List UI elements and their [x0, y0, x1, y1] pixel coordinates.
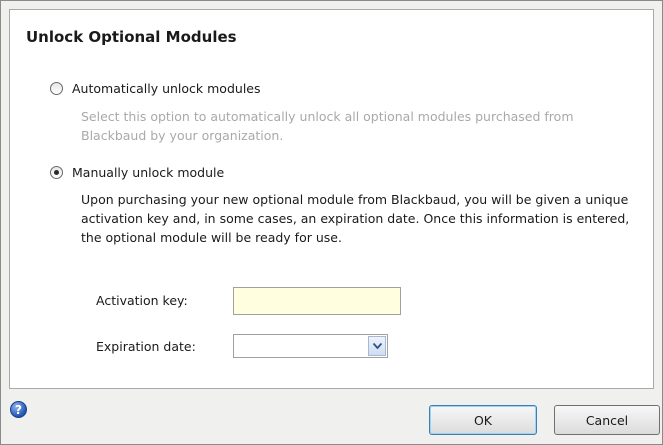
cancel-button[interactable]: Cancel [554, 405, 660, 435]
auto-unlock-description: Select this option to automatically unlo… [81, 109, 574, 143]
expiration-date-label: Expiration date: [96, 339, 196, 354]
manual-unlock-description: Upon purchasing your new optional module… [81, 192, 630, 245]
dialog-title: Unlock Optional Modules [26, 28, 237, 46]
auto-unlock-option[interactable]: Automatically unlock modules [50, 81, 261, 96]
expiration-date-dropdown[interactable] [233, 334, 388, 358]
activation-key-label: Activation key: [96, 293, 188, 308]
dropdown-button[interactable] [368, 336, 386, 356]
ok-button[interactable]: OK [429, 405, 537, 435]
auto-unlock-label[interactable]: Automatically unlock modules [72, 81, 261, 96]
unlock-modules-dialog: Unlock Optional Modules Automatically un… [0, 0, 663, 445]
help-icon[interactable]: ? [10, 401, 27, 418]
activation-key-input[interactable] [233, 287, 401, 315]
chevron-down-icon [372, 343, 382, 349]
manual-unlock-option[interactable]: Manually unlock module [50, 165, 224, 180]
manual-unlock-label[interactable]: Manually unlock module [72, 165, 224, 180]
manual-unlock-radio[interactable] [50, 166, 63, 179]
auto-unlock-radio[interactable] [50, 82, 63, 95]
